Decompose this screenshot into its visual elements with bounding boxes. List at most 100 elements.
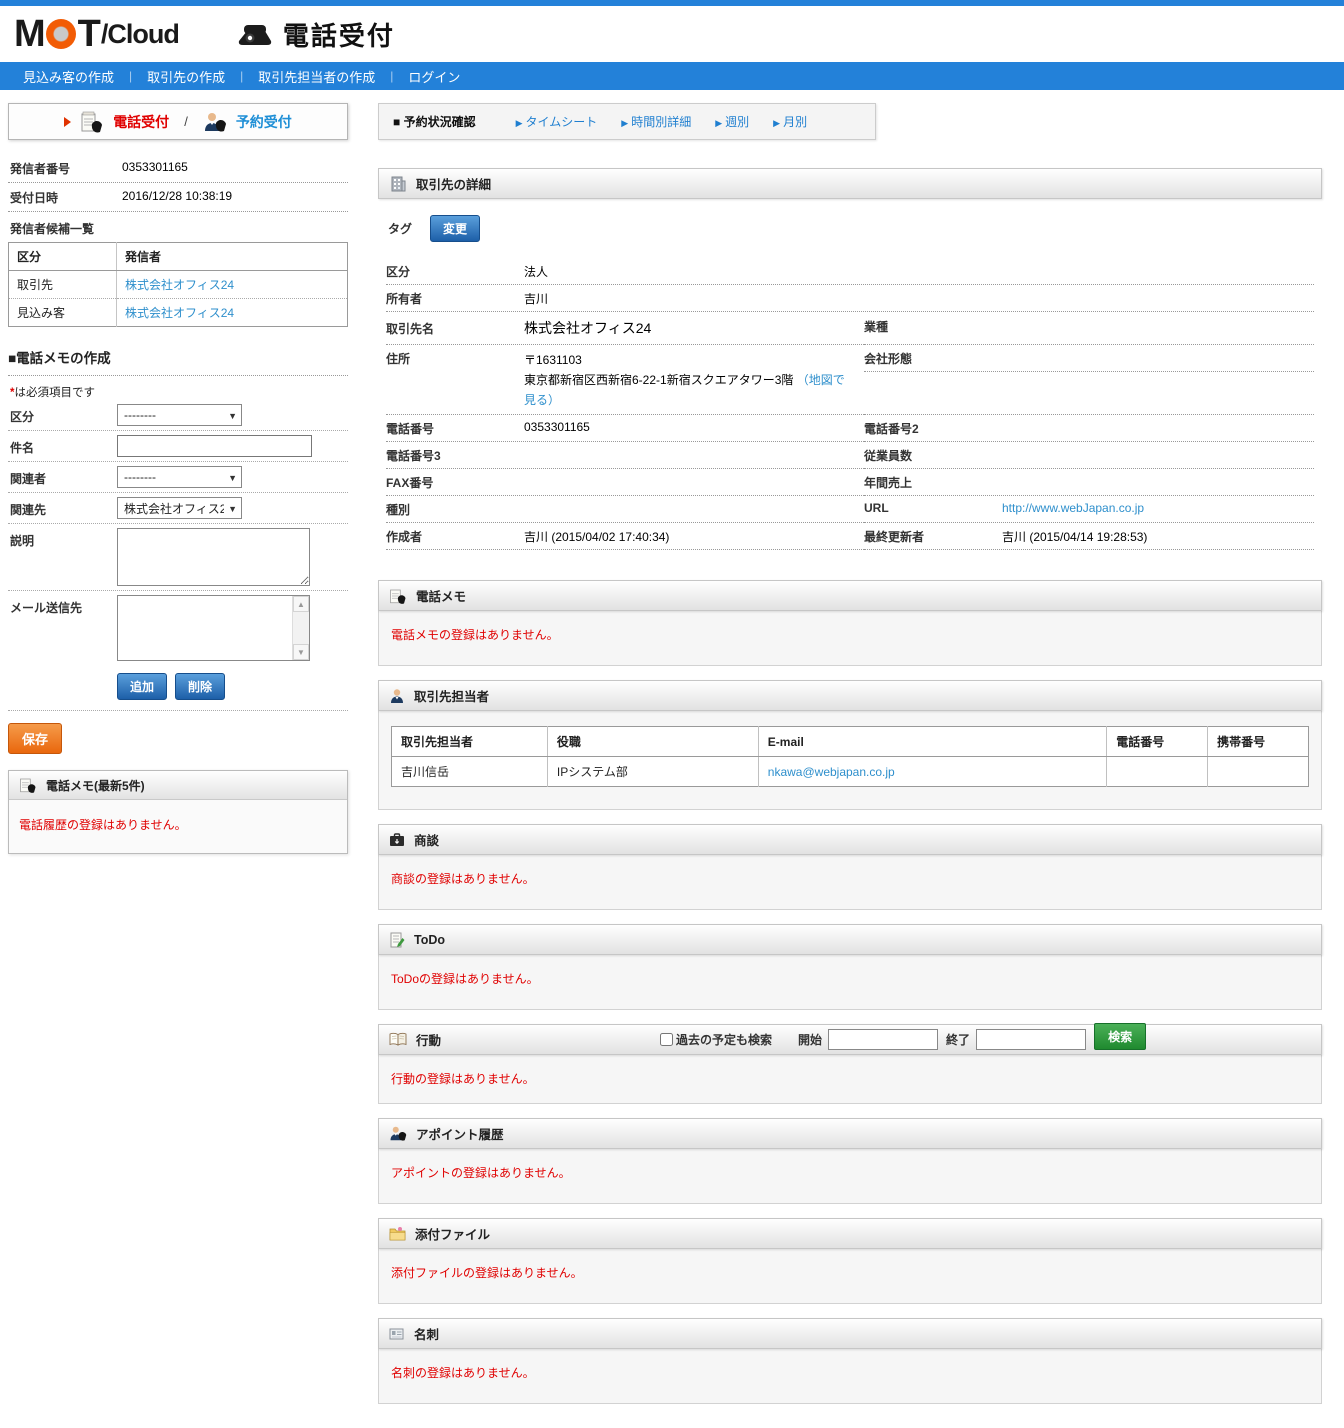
chevron-down-icon	[228, 470, 237, 484]
mot-cloud-logo: M T /Cloud	[14, 13, 179, 56]
start-date-input[interactable]	[828, 1029, 938, 1050]
delete-button[interactable]: 削除	[175, 673, 225, 700]
reservation-status-bar: ■ 予約状況確認 タイムシート 時間別詳細 週別 月別	[378, 103, 876, 140]
folder-icon	[389, 1226, 406, 1241]
contact-position: IPシステム部	[547, 757, 758, 787]
business-card-title: 名刺	[414, 1324, 439, 1343]
nav-item-create-account[interactable]: 取引先の作成	[132, 67, 240, 86]
detail-creator-value: 吉川 (2015/04/02 17:40:34)	[524, 528, 669, 545]
received-datetime-value: 2016/12/28 10:38:19	[122, 189, 232, 206]
current-tab-arrow-icon	[64, 117, 71, 127]
main-content: ■ 予約状況確認 タイムシート 時間別詳細 週別 月別 取引先の詳細	[378, 103, 1322, 1414]
phone-memo-icon	[389, 587, 407, 605]
search-button[interactable]: 検索	[1094, 1023, 1146, 1050]
nav-item-create-lead[interactable]: 見込み客の作成	[8, 67, 129, 86]
account-detail-section: 取引先の詳細 タグ 変更 区分 法人 所有者 吉川 取引先	[378, 168, 1322, 560]
appointment-title: アポイント履歴	[416, 1124, 504, 1143]
link-monthly[interactable]: 月別	[773, 113, 807, 130]
memo-kubun-select[interactable]: --------	[117, 404, 242, 426]
detail-updater-value: 吉川 (2015/04/14 19:28:53)	[1002, 528, 1147, 545]
logo-orange-ring-icon	[46, 19, 76, 49]
link-weekly[interactable]: 週別	[715, 113, 749, 130]
detail-phone3-label: 電話番号3	[386, 447, 524, 464]
end-date-input[interactable]	[976, 1029, 1086, 1050]
todo-section: ToDo ToDoの登録はありません。	[378, 924, 1322, 1010]
detail-url-label: URL	[864, 501, 1002, 518]
detail-name-label: 取引先名	[386, 318, 524, 338]
attachment-title: 添付ファイル	[415, 1224, 490, 1243]
website-url-link[interactable]: http://www.webJapan.co.jp	[1002, 501, 1144, 518]
tab-separator: /	[178, 114, 194, 129]
chevron-down-icon	[228, 408, 237, 422]
chevron-down-icon	[228, 501, 237, 515]
tag-change-button[interactable]: 変更	[430, 215, 480, 242]
todo-notepad-icon	[389, 932, 405, 948]
detail-creator-label: 作成者	[386, 528, 524, 545]
todo-empty-message: ToDoの登録はありません。	[391, 972, 539, 986]
attachment-section: 添付ファイル 添付ファイルの登録はありません。	[378, 1218, 1322, 1304]
scrollbar[interactable]: ▲ ▼	[292, 596, 309, 660]
candidate-account-link[interactable]: 株式会社オフィス24	[125, 278, 234, 292]
memo-related-person-select[interactable]: --------	[117, 466, 242, 488]
contacts-title: 取引先担当者	[414, 686, 489, 705]
main-nav: 見込み客の作成 | 取引先の作成 | 取引先担当者の作成 | ログイン	[0, 62, 1344, 90]
phone-memo-title: 電話メモ	[416, 586, 466, 605]
memo-related-person-label: 関連者	[10, 466, 117, 487]
logo-letter-t: T	[78, 13, 99, 56]
memo-kubun-label: 区分	[10, 404, 117, 425]
business-card-icon	[389, 1327, 405, 1341]
phone-memo-latest-panel: 電話メモ(最新5件) 電話履歴の登録はありません。	[8, 770, 348, 854]
memo-description-textarea[interactable]	[117, 528, 310, 586]
open-book-icon	[389, 1032, 407, 1047]
meeting-title: 商談	[414, 830, 439, 849]
candidate-lead-link[interactable]: 株式会社オフィス24	[125, 306, 234, 320]
nav-item-create-contact[interactable]: 取引先担当者の作成	[243, 67, 390, 86]
scroll-down-icon[interactable]: ▼	[293, 644, 309, 660]
person-phone-icon	[203, 111, 227, 133]
link-hourly-detail[interactable]: 時間別詳細	[621, 113, 691, 130]
contact-name: 吉川信岳	[392, 757, 548, 787]
logo-letter-m: M	[14, 13, 44, 56]
detail-revenue-label: 年間売上	[864, 474, 1002, 491]
contact-email-link[interactable]: nkawa@webjapan.co.jp	[768, 765, 895, 779]
memo-subject-input[interactable]	[117, 435, 312, 457]
tab-phone-reception[interactable]: 電話受付	[113, 112, 169, 132]
phone-memo-section: 電話メモ 電話メモの登録はありません。	[378, 580, 1322, 666]
past-schedule-checkbox-label[interactable]: 過去の予定も検索	[660, 1031, 772, 1048]
memo-related-to-value: 株式会社オフィス24	[124, 500, 224, 517]
action-empty-message: 行動の登録はありません。	[391, 1072, 535, 1086]
detail-industry-label: 業種	[864, 318, 1002, 338]
col-header-position: 役職	[547, 727, 758, 757]
todo-title: ToDo	[414, 933, 445, 947]
detail-updater-label: 最終更新者	[864, 528, 1002, 545]
received-datetime-row: 受付日時 2016/12/28 10:38:19	[8, 183, 348, 212]
memo-related-to-select[interactable]: 株式会社オフィス24	[117, 497, 242, 519]
past-schedule-label-text: 過去の予定も検索	[676, 1031, 772, 1048]
person-icon	[389, 688, 405, 704]
nav-item-login[interactable]: ログイン	[393, 67, 475, 86]
memo-kubun-value: --------	[124, 408, 156, 422]
tag-label: タグ	[388, 220, 412, 237]
memo-form-title: ■電話メモの作成	[8, 347, 348, 376]
detail-company-type-label: 会社形態	[864, 350, 1002, 367]
save-button[interactable]: 保存	[8, 723, 62, 754]
caller-candidates-title: 発信者候補一覧	[8, 212, 348, 242]
memo-mail-listbox[interactable]: ▲ ▼	[117, 595, 310, 661]
col-header-mobile: 携帯番号	[1208, 727, 1309, 757]
building-icon	[389, 175, 407, 193]
phone-icon	[235, 19, 273, 49]
account-detail-title: 取引先の詳細	[416, 174, 491, 193]
scroll-up-icon[interactable]: ▲	[293, 596, 309, 612]
start-date-label: 開始	[798, 1031, 822, 1048]
contacts-section: 取引先担当者 取引先担当者 役職 E-mail 電話番号 携帯番号 吉川信岳 I…	[378, 680, 1322, 810]
phone-memo-latest-title: 電話メモ(最新5件)	[46, 777, 145, 794]
app-header: M T /Cloud 電話受付	[0, 6, 1344, 62]
contacts-table: 取引先担当者 役職 E-mail 電話番号 携帯番号 吉川信岳 IPシステム部 …	[391, 726, 1309, 787]
link-timesheet[interactable]: タイムシート	[516, 113, 598, 130]
contact-mobile	[1208, 757, 1309, 787]
candidate-kubun: 取引先	[9, 271, 117, 299]
tab-reservation-reception[interactable]: 予約受付	[236, 112, 292, 132]
add-button[interactable]: 追加	[117, 673, 167, 700]
past-schedule-checkbox[interactable]	[660, 1033, 673, 1046]
reservation-status-title: ■ 予約状況確認	[393, 113, 476, 130]
